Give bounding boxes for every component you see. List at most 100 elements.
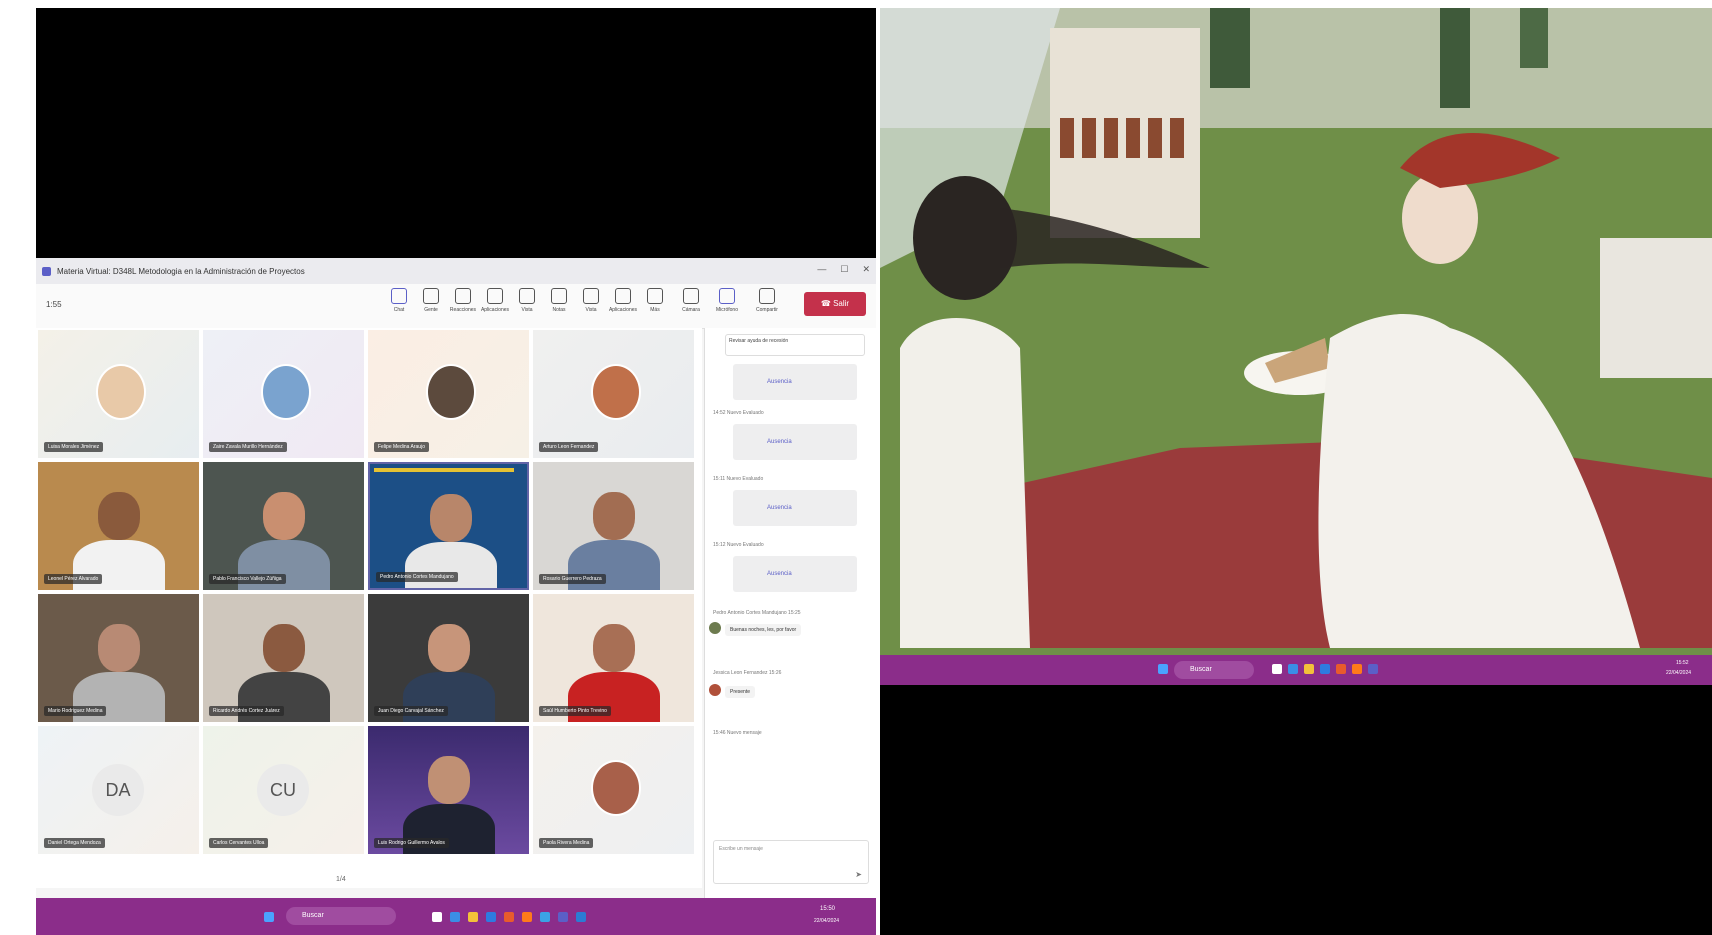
teams-icon[interactable]	[558, 912, 568, 922]
participant-tile[interactable]: DA Daniel Ortega Mendoza	[38, 726, 199, 854]
layout-icon	[583, 288, 599, 304]
initials-avatar: DA	[92, 764, 144, 816]
taskbar-date: 22/04/2024	[814, 918, 840, 924]
participant-name: Saúl Humberto Pinto Trevino	[539, 706, 611, 716]
more-icon	[647, 288, 663, 304]
maximize-button[interactable]: ☐	[840, 264, 848, 275]
taskbar-search[interactable]: Buscar	[286, 907, 396, 925]
taskview-icon[interactable]	[432, 912, 442, 922]
explorer-icon[interactable]	[1304, 664, 1314, 674]
explorer-icon[interactable]	[468, 912, 478, 922]
minimize-button[interactable]: —	[817, 264, 826, 275]
teams-app-icon	[42, 266, 51, 276]
more-button[interactable]: Más	[640, 288, 670, 313]
participant-tile-speaking[interactable]: Pedro Antonio Cortes Mandujano	[368, 462, 529, 590]
absence-card[interactable]: Ausencia	[733, 424, 857, 460]
participant-tile[interactable]: Paola Rivera Medina	[533, 726, 694, 854]
start-icon[interactable]	[264, 912, 274, 922]
edge-icon[interactable]	[450, 912, 460, 922]
participant-tile[interactable]: Saúl Humberto Pinto Trevino	[533, 594, 694, 722]
absence-card[interactable]: Ausencia	[733, 556, 857, 592]
app-icon[interactable]	[540, 912, 550, 922]
participant-tile[interactable]: Zaire Zavala Murillo Hernández	[203, 330, 364, 458]
participant-tile[interactable]: CU Carlos Cervantes Ulloa	[203, 726, 364, 854]
phone-icon: ☎	[820, 299, 834, 308]
absence-card[interactable]: Ausencia	[733, 490, 857, 526]
store-icon[interactable]	[486, 912, 496, 922]
participant-tile[interactable]: Leonel Pérez Alvarado	[38, 462, 199, 590]
avatar	[591, 760, 641, 816]
participant-name: Pedro Antonio Cortes Mandujano	[376, 572, 458, 582]
participant-tile[interactable]: Luisa Morales Jiménez	[38, 330, 199, 458]
notes-icon	[551, 288, 567, 304]
word-icon[interactable]	[576, 912, 586, 922]
chat-input[interactable]: Escribe un mensaje ➤	[713, 840, 869, 884]
chat-meta: 15:11 Nuevo Evaluado	[713, 476, 764, 482]
share-button[interactable]: Compartir	[752, 288, 782, 313]
left-screen-black-area	[36, 8, 876, 258]
teams-window: Materia Virtual: D348L Metodologia en la…	[36, 258, 876, 898]
teams-icon[interactable]	[1368, 664, 1378, 674]
send-icon[interactable]: ➤	[855, 870, 862, 879]
participant-name: Luisa Morales Jiménez	[44, 442, 104, 452]
reactions-button[interactable]: Aplicaciones	[480, 288, 510, 313]
participant-tile[interactable]: Ricardo Andrés Cortez Juárez	[203, 594, 364, 722]
wallpaper-painting	[880, 8, 1712, 684]
close-button[interactable]: ✕	[862, 264, 870, 275]
participant-tile[interactable]: Felipe Medina Araujo	[368, 330, 529, 458]
meeting-toolbar: 1:55 Chat Gente Reacciones Aplicaciones …	[36, 284, 876, 329]
view-button[interactable]: Vista	[512, 288, 542, 313]
participant-name: Carlos Cervantes Ulloa	[209, 838, 269, 848]
leave-button[interactable]: ☎ Salir	[804, 292, 866, 316]
taskbar-time: 15:52	[1676, 660, 1689, 666]
speaking-indicator	[374, 468, 514, 472]
raise-hand-button[interactable]: Reacciones	[448, 288, 478, 313]
participant-tile[interactable]: Rosario Guerrero Pedraza	[533, 462, 694, 590]
message-author: Jessica Leon Fernandez 15:26	[713, 670, 782, 676]
avatar	[709, 622, 721, 634]
avatar	[709, 684, 721, 696]
taskview-icon[interactable]	[1272, 664, 1282, 674]
smile-icon	[487, 288, 503, 304]
participant-name: Ricardo Andrés Cortez Juárez	[209, 706, 284, 716]
taskbar-search[interactable]: Buscar	[1174, 661, 1254, 679]
participant-tile[interactable]: Arturo Leon Fernandez	[533, 330, 694, 458]
participant-name: Paola Rivera Medina	[539, 838, 594, 848]
participant-tile[interactable]: Pablo Francisco Vallejo Zúñiga	[203, 462, 364, 590]
window-title: Materia Virtual: D348L Metodologia en la…	[57, 266, 305, 276]
avatar	[426, 364, 476, 420]
mic-button[interactable]: Micrófono	[712, 288, 742, 313]
left-taskbar: Buscar 15:50 22/04/2024	[36, 898, 876, 935]
firefox-icon[interactable]	[522, 912, 532, 922]
chrome-icon[interactable]	[504, 912, 514, 922]
participant-tile[interactable]: Juan Diego Carvajal Sánchez	[368, 594, 529, 722]
notes-button[interactable]: Notas	[544, 288, 574, 313]
meeting-timer: 1:55	[46, 300, 62, 309]
edge-icon[interactable]	[1288, 664, 1298, 674]
participant-name: Rosario Guerrero Pedraza	[539, 574, 606, 584]
grid-pager[interactable]: 1/4	[336, 876, 346, 883]
mic-icon	[719, 288, 735, 304]
view2-button[interactable]: Vista	[576, 288, 606, 313]
people-button[interactable]: Gente	[416, 288, 446, 313]
participant-name: Felipe Medina Araujo	[374, 442, 429, 452]
chrome-icon[interactable]	[1336, 664, 1346, 674]
chat-pinned-card[interactable]: Revisar ayuda de recesión	[725, 334, 865, 356]
grid-icon	[519, 288, 535, 304]
chat-button[interactable]: Chat	[384, 288, 414, 313]
participant-name: Daniel Ortega Mendoza	[44, 838, 105, 848]
camera-button[interactable]: Cámara	[676, 288, 706, 313]
store-icon[interactable]	[1320, 664, 1330, 674]
participant-name: Zaire Zavala Murillo Hernández	[209, 442, 287, 452]
avatar	[591, 364, 641, 420]
participant-tile[interactable]: Mario Rodriguez Medina	[38, 594, 199, 722]
start-icon[interactable]	[1158, 664, 1168, 674]
chat-message: Buenas noches, les, por favor	[725, 624, 802, 636]
camera-icon	[683, 288, 699, 304]
firefox-icon[interactable]	[1352, 664, 1362, 674]
participant-name: Mario Rodriguez Medina	[44, 706, 107, 716]
absence-card[interactable]: Ausencia	[733, 364, 857, 400]
apps-button[interactable]: Aplicaciones	[608, 288, 638, 313]
participant-tile[interactable]: Luis Rodrigo Guillermo Avalos	[368, 726, 529, 854]
desktop-wallpaper	[880, 8, 1712, 684]
